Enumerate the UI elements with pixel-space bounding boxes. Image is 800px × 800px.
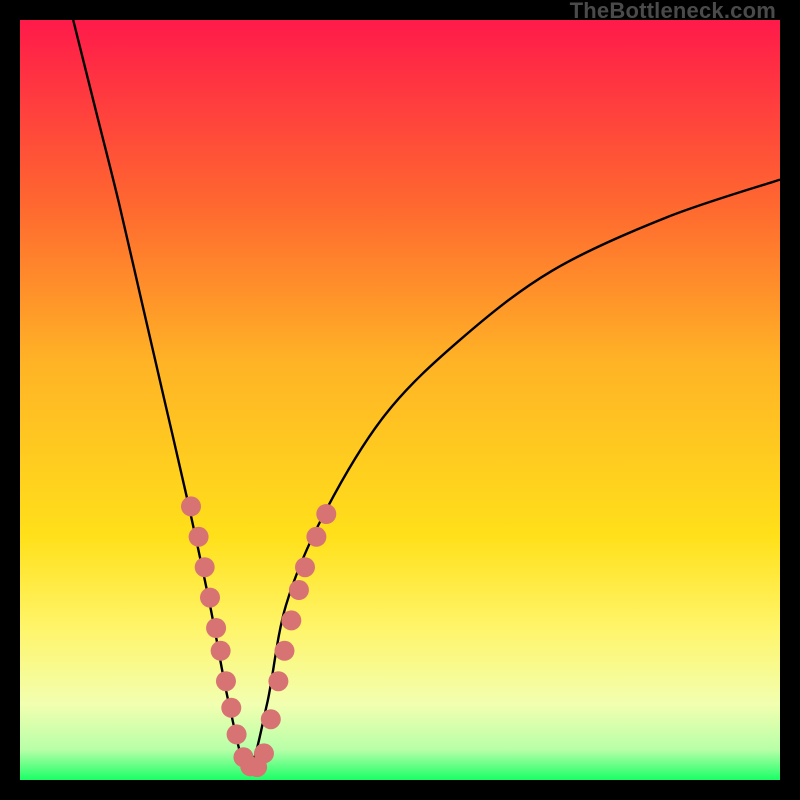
chart-panel [20,20,780,780]
marker-dot [211,641,231,661]
chart-svg [20,20,780,780]
bottleneck-curve [73,20,780,769]
marker-dot [281,610,301,630]
marker-dot [295,557,315,577]
marker-dot [289,580,309,600]
marker-dot [216,671,236,691]
marker-dot [221,698,241,718]
marker-dot [227,724,247,744]
marker-dot [195,557,215,577]
marker-dot [206,618,226,638]
marker-dot [200,588,220,608]
marker-dot [306,527,326,547]
marker-dot [268,671,288,691]
chart-frame: TheBottleneck.com [0,0,800,800]
marker-dot [261,709,281,729]
marker-dot [316,504,336,524]
markers-group [181,496,336,777]
marker-dot [189,527,209,547]
marker-dot [181,496,201,516]
marker-dot [254,743,274,763]
marker-dot [274,641,294,661]
